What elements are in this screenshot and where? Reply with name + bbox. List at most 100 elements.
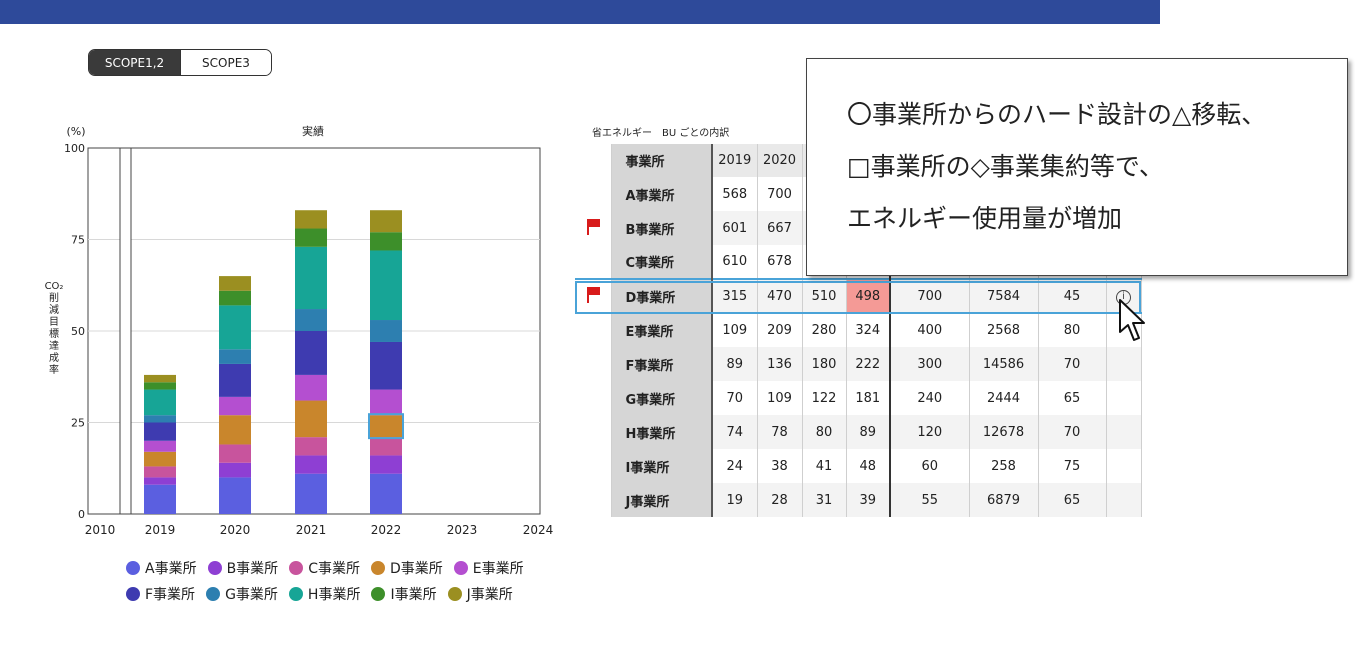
bar-segment	[144, 484, 176, 514]
legend-label: D事業所	[389, 561, 443, 577]
scope12-tab[interactable]: SCOPE1,2	[89, 50, 180, 75]
bar-segment	[295, 246, 327, 310]
bar-segment	[295, 374, 327, 401]
bar-segment	[144, 415, 176, 423]
y-tick-label: 50	[71, 325, 85, 338]
legend-item[interactable]: I事業所	[371, 584, 437, 604]
red-flag-icon[interactable]	[584, 285, 602, 303]
legend-label: G事業所	[225, 587, 278, 603]
value-cell: 240	[890, 381, 970, 415]
action-cell	[1106, 449, 1142, 483]
value-cell: 70	[1038, 347, 1107, 381]
bar-segment	[219, 477, 251, 514]
table-row[interactable]: G事業所 70 109 122 181 240 2444 65	[575, 381, 1142, 415]
y-tick-label: 75	[71, 234, 85, 247]
bar-segment	[295, 331, 327, 375]
bar-segment	[370, 341, 402, 390]
legend-swatch	[371, 587, 386, 601]
bar-segment	[295, 228, 327, 247]
value-cell: 180	[802, 347, 847, 381]
bar-segment	[219, 276, 251, 291]
bar-segment	[144, 374, 176, 383]
bar-segment	[219, 290, 251, 306]
value-cell: 109	[757, 381, 803, 415]
flag-cell	[575, 449, 612, 483]
action-cell	[1106, 381, 1142, 415]
legend-item[interactable]: A事業所	[126, 558, 197, 578]
value-cell: 70	[712, 381, 758, 415]
legend-row: A事業所 B事業所 C事業所 D事業所 E事業所	[126, 555, 566, 581]
legend-item[interactable]: F事業所	[126, 584, 195, 604]
value-cell: 65	[1038, 483, 1107, 517]
value-cell: 667	[757, 211, 803, 245]
value-cell: 80	[1038, 313, 1107, 347]
value-cell: 39	[846, 483, 891, 517]
value-cell: 70	[1038, 415, 1107, 449]
x-tick-label: 2022	[371, 523, 402, 537]
bar-segment	[144, 440, 176, 452]
bar-segment	[219, 462, 251, 478]
value-cell: 610	[712, 245, 758, 279]
y-tick-label: 0	[78, 508, 85, 521]
legend-swatch	[206, 587, 221, 601]
annotation-callout: 〇事業所からのハード設計の△移転、 □事業所の◇事業集約等で、 エネルギー使用量…	[806, 58, 1348, 276]
legend-item[interactable]: H事業所	[288, 584, 360, 604]
y-tick-label: 100	[64, 142, 85, 155]
bar-segment	[219, 363, 251, 397]
flag-cell	[575, 278, 612, 314]
legend-item[interactable]: E事業所	[453, 558, 524, 578]
legend-swatch	[126, 587, 140, 601]
value-cell: 510	[802, 278, 847, 314]
x-tick-label: 2023	[447, 523, 478, 537]
value-cell: 2444	[969, 381, 1039, 415]
bar-segment	[295, 437, 327, 456]
bar-segment	[370, 232, 402, 251]
legend-label: B事業所	[226, 561, 279, 577]
table-row[interactable]: D事業所 315 470 510 498 700 7584 45 i	[575, 278, 1142, 314]
bar-segment	[219, 396, 251, 416]
legend-swatch	[288, 587, 303, 601]
office-name-cell: B事業所	[611, 211, 713, 245]
scope3-tab[interactable]: SCOPE3	[180, 50, 271, 75]
value-cell: 75	[1038, 449, 1107, 483]
office-name-cell: E事業所	[611, 313, 713, 347]
action-cell	[1106, 415, 1142, 449]
office-name-cell: D事業所	[611, 278, 713, 314]
bar-segment	[370, 473, 402, 514]
legend-label: F事業所	[145, 587, 196, 603]
value-cell: 45	[1038, 278, 1107, 314]
red-flag-icon[interactable]	[584, 217, 602, 235]
legend-swatch	[370, 561, 385, 575]
table-row[interactable]: E事業所 109 209 280 324 400 2568 80	[575, 313, 1142, 347]
callout-line-2: □事業所の◇事業集約等で、	[847, 152, 1164, 181]
legend-item[interactable]: D事業所	[370, 558, 443, 578]
header-cell: 2020	[757, 144, 803, 177]
bar-segment	[144, 422, 176, 441]
flag-cell	[575, 245, 612, 279]
legend-item[interactable]: J事業所	[447, 584, 513, 604]
legend-item[interactable]: B事業所	[207, 558, 279, 578]
flag-cell	[575, 313, 612, 347]
bar-segment	[144, 389, 176, 416]
legend-item[interactable]: C事業所	[289, 558, 360, 578]
table-row[interactable]: H事業所 74 78 80 89 120 12678 70	[575, 415, 1142, 449]
legend-item[interactable]: G事業所	[206, 584, 278, 604]
flag-cell	[575, 483, 612, 517]
flag-cell	[575, 211, 612, 245]
x-tick-label: 2020	[220, 523, 251, 537]
bar-segment	[219, 349, 251, 364]
office-name-cell: G事業所	[611, 381, 713, 415]
value-cell: 89	[846, 415, 891, 449]
table-title: 省エネルギー BU ごとの内訳	[592, 128, 730, 139]
table-row[interactable]: I事業所 24 38 41 48 60 258 75	[575, 449, 1142, 483]
value-cell: 74	[712, 415, 758, 449]
bar-segment	[144, 382, 176, 390]
table-row[interactable]: J事業所 19 28 31 39 55 6879 65	[575, 483, 1142, 517]
y-tick-label: 25	[71, 417, 85, 430]
value-cell: 181	[846, 381, 891, 415]
value-cell: 700	[890, 278, 970, 314]
bar-segment	[219, 444, 251, 463]
flag-cell	[575, 381, 612, 415]
legend-label: E事業所	[472, 561, 524, 577]
table-row[interactable]: F事業所 89 136 180 222 300 14586 70	[575, 347, 1142, 381]
